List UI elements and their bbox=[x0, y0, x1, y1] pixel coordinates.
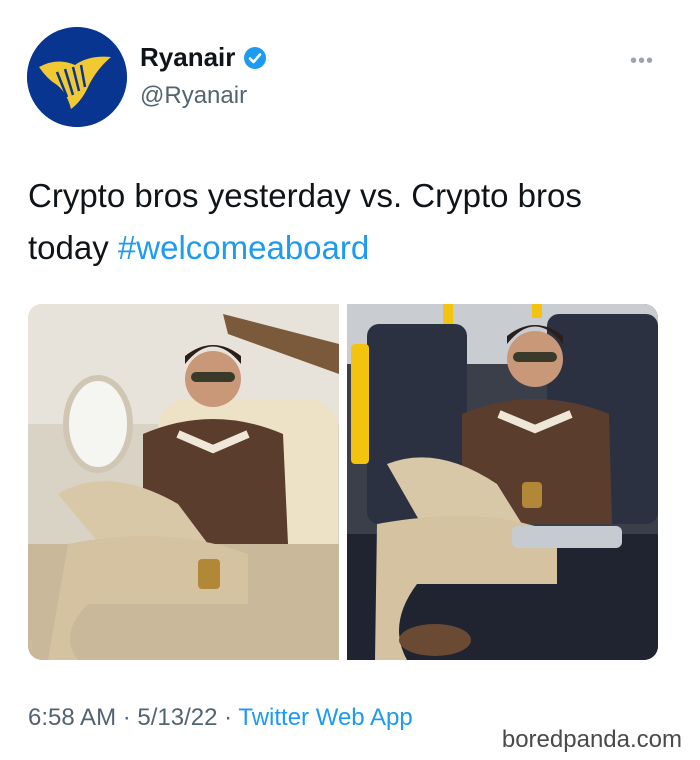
meta-separator-2: · bbox=[217, 704, 239, 731]
ryanair-harp-logo-icon bbox=[27, 27, 127, 127]
private-jet-photo-image bbox=[28, 304, 339, 660]
photo-private-jet[interactable] bbox=[28, 304, 339, 660]
tweet-date[interactable]: 5/13/22 bbox=[137, 704, 217, 731]
author-avatar[interactable] bbox=[27, 27, 127, 127]
watermark-text: boredpanda.com bbox=[501, 726, 682, 753]
author-handle[interactable]: @Ryanair bbox=[140, 82, 247, 110]
meta-separator: · bbox=[116, 704, 138, 731]
tweet-time[interactable]: 6:58 AM bbox=[28, 704, 116, 731]
ryanair-cabin-photo-image bbox=[347, 304, 658, 660]
tweet-text: Crypto bros yesterday vs. Crypto bros to… bbox=[28, 170, 648, 274]
verified-badge-icon bbox=[244, 46, 267, 69]
more-icon: ••• bbox=[629, 50, 654, 72]
tweet-source-link[interactable]: Twitter Web App bbox=[238, 704, 412, 731]
author-name[interactable]: Ryanair bbox=[140, 42, 235, 73]
photo-ryanair-cabin[interactable] bbox=[347, 304, 658, 660]
tweet-media bbox=[28, 304, 658, 660]
tweet-metadata: 6:58 AM · 5/13/22 · Twitter Web App bbox=[28, 704, 413, 732]
hashtag-link[interactable]: #welcomeaboard bbox=[118, 229, 369, 266]
author-name-row: Ryanair bbox=[140, 42, 267, 73]
more-options-button[interactable]: ••• bbox=[630, 50, 654, 73]
